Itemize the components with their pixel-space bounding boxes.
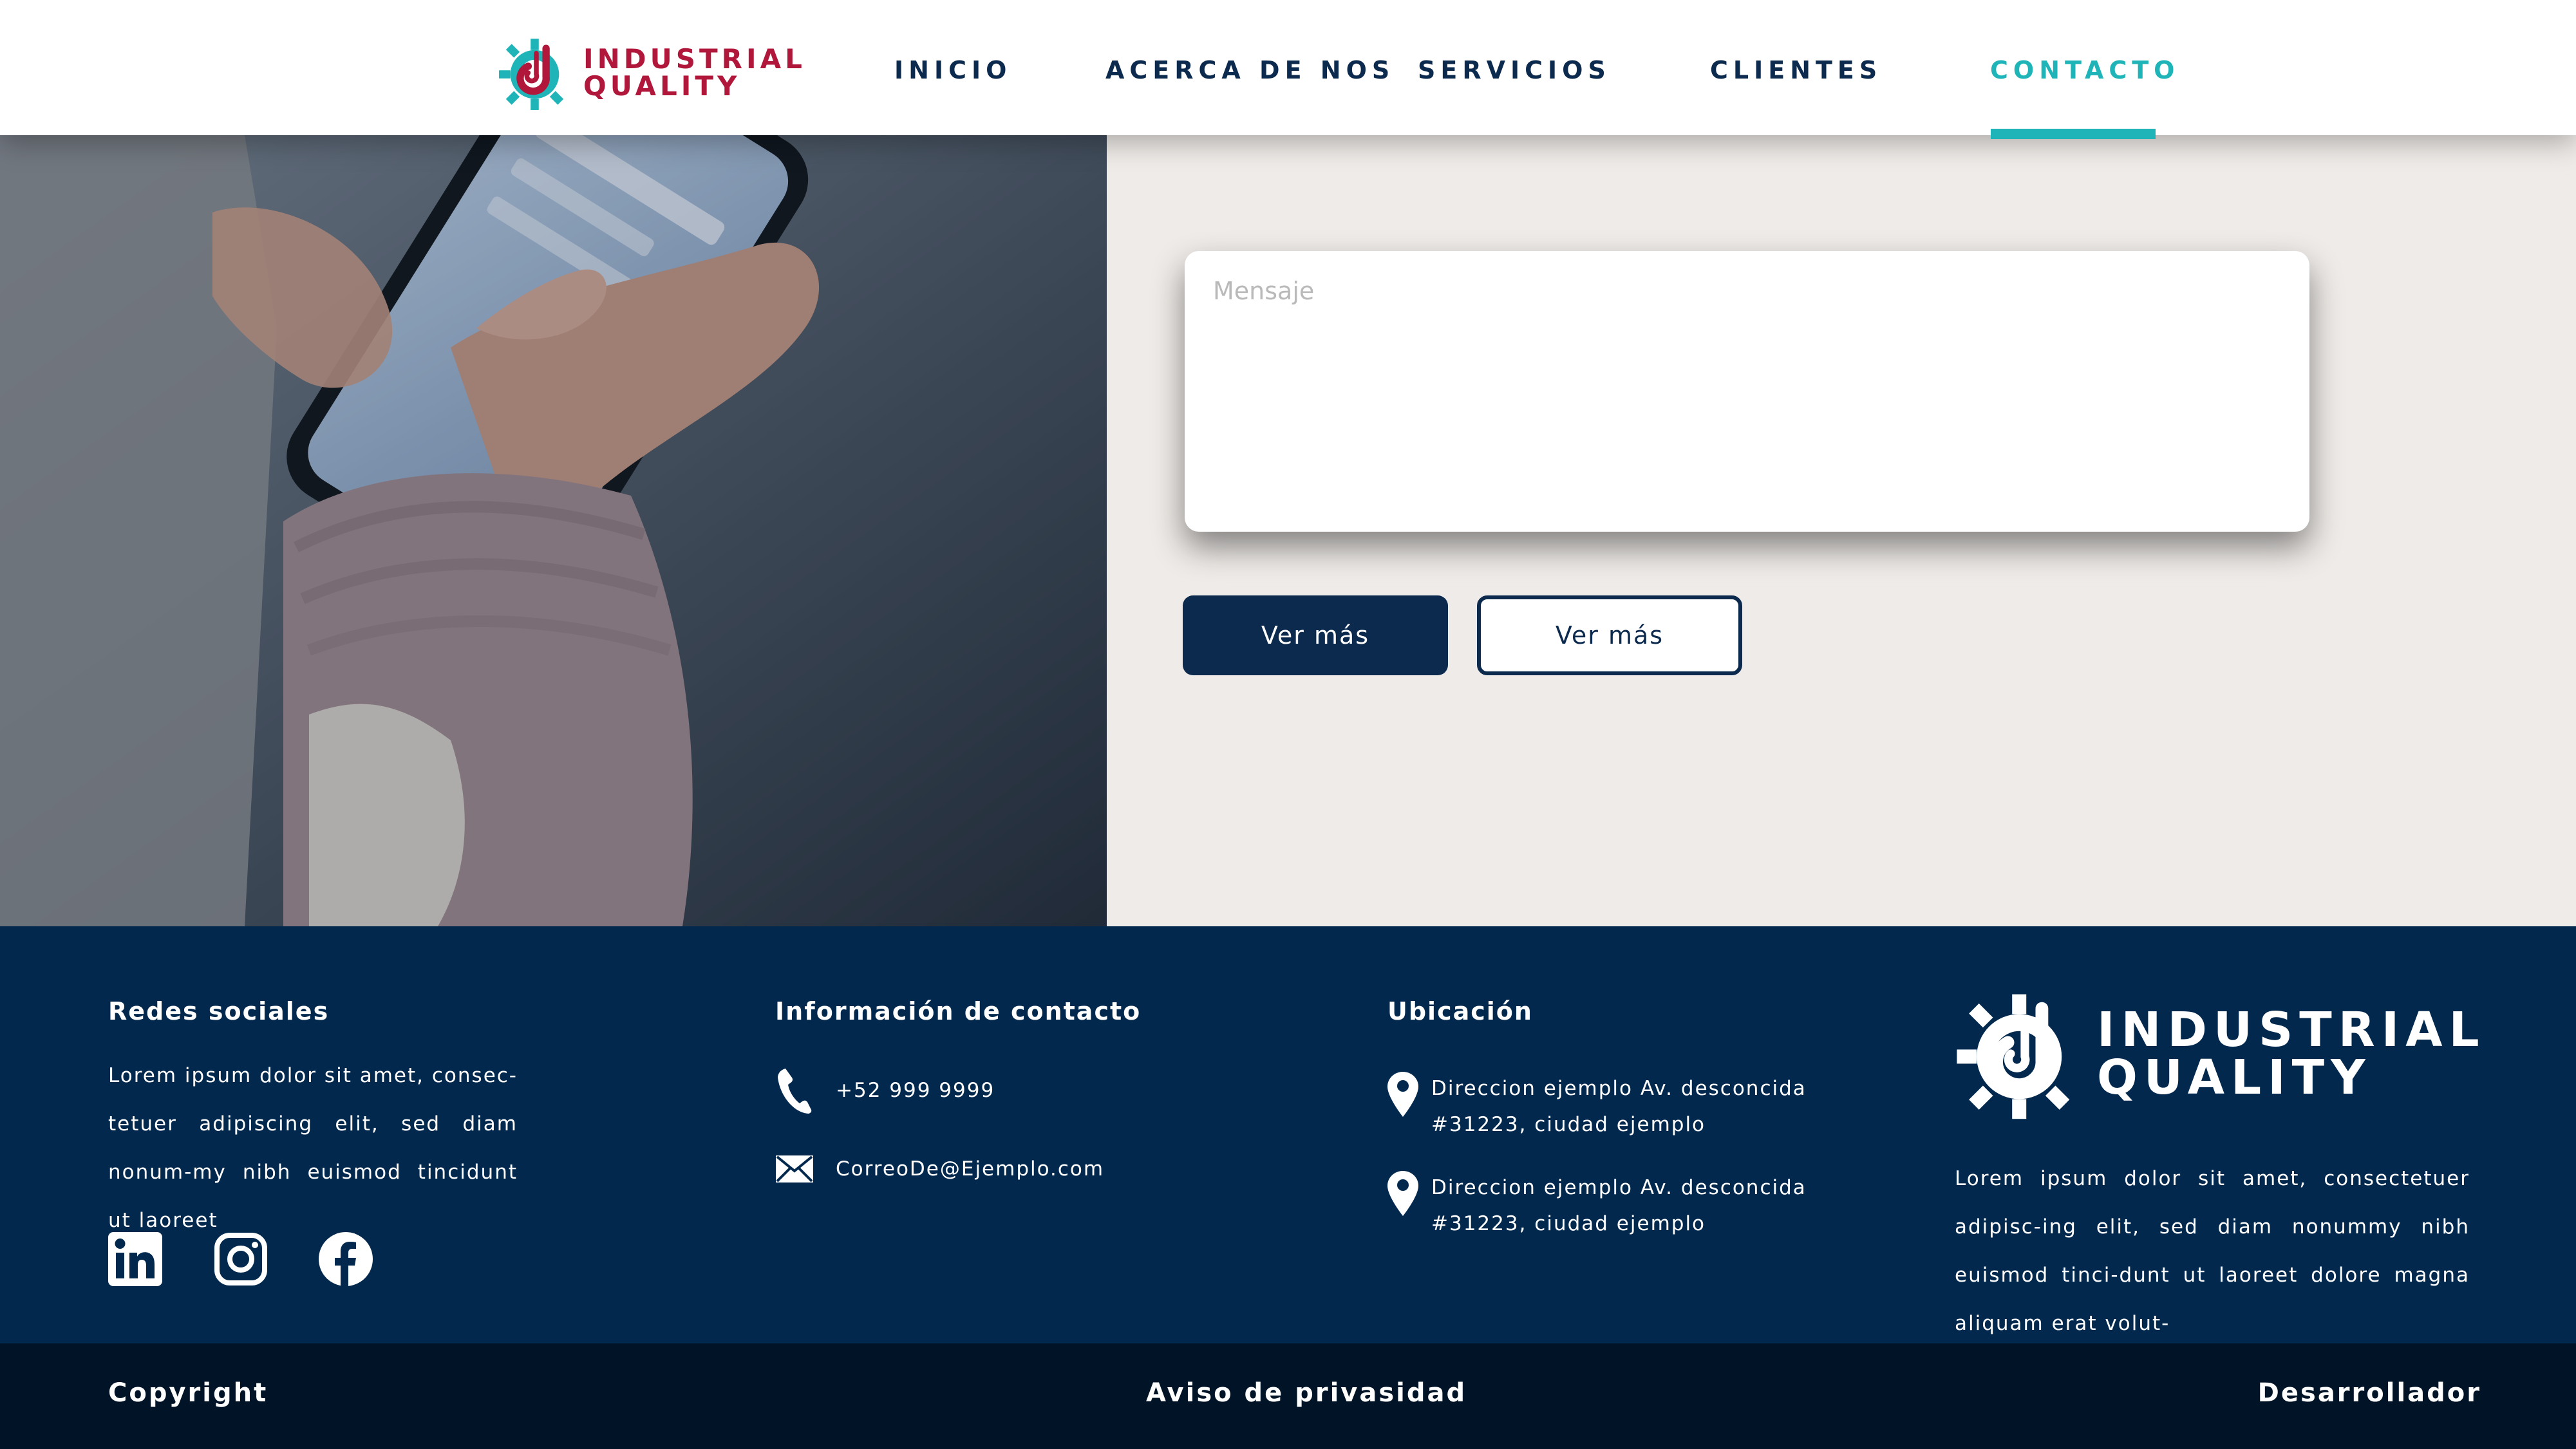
- copyright-link[interactable]: Copyright: [108, 1378, 268, 1408]
- address-2-line-2: #31223, ciudad ejemplo: [1431, 1212, 1706, 1235]
- hero-photo-illustration: [0, 135, 1107, 926]
- location-heading: Ubicación: [1387, 997, 1533, 1025]
- about-description: Lorem ipsum dolor sit amet, consectetuer…: [1955, 1167, 2470, 1335]
- nav-acerca-de-nos[interactable]: ACERCA DE NOS: [1105, 54, 1395, 86]
- footer-brand-line-2: QUALITY: [2097, 1050, 2372, 1105]
- contact-heading: Información de contacto: [775, 997, 1142, 1025]
- contact-section: Ver más Ver más: [0, 135, 2576, 926]
- bottom-bar: Copyright Aviso de privasidad Desarrolla…: [0, 1343, 2576, 1449]
- address-1-line-1: Direccion ejemplo Av. desconcida: [1431, 1077, 1807, 1100]
- site-header: INDUSTRIAL QUALITY INICIO ACERCA DE NOS …: [0, 0, 2576, 135]
- footer-logo[interactable]: INDUSTRIAL QUALITY: [1954, 983, 2486, 1125]
- envelope-icon: [775, 1145, 814, 1193]
- social-description: Lorem ipsum dolor sit amet, consec-tetue…: [108, 1064, 518, 1232]
- map-pin-icon: [1387, 1171, 1418, 1216]
- nav-contacto[interactable]: CONTACTO: [1990, 54, 2180, 86]
- linkedin-icon[interactable]: [108, 1232, 162, 1286]
- nav-clientes[interactable]: CLIENTES: [1710, 54, 1882, 86]
- developer-link[interactable]: Desarrollador: [2258, 1378, 2481, 1408]
- brand-line-1: INDUSTRIAL: [583, 43, 806, 75]
- address-2-line-1: Direccion ejemplo Av. desconcida: [1431, 1176, 1807, 1199]
- privacy-notice-link[interactable]: Aviso de privasidad: [1146, 1378, 1467, 1408]
- gear-logo-icon: [1957, 994, 2070, 1119]
- phone-icon: [775, 1067, 814, 1114]
- hero-photo-phone-in-hands: [0, 135, 1107, 926]
- facebook-icon[interactable]: [319, 1232, 373, 1286]
- email-address[interactable]: CorreoDe@Ejemplo.com: [836, 1157, 1104, 1181]
- instagram-icon[interactable]: [214, 1232, 268, 1286]
- address-1-line-2: #31223, ciudad ejemplo: [1431, 1113, 1706, 1136]
- brand-wordmark: INDUSTRIAL QUALITY: [583, 46, 806, 100]
- social-heading: Redes sociales: [108, 997, 330, 1025]
- brand-line-2: QUALITY: [583, 70, 741, 102]
- brand-logo[interactable]: INDUSTRIAL QUALITY: [496, 31, 806, 115]
- nav-servicios[interactable]: SERVICIOS: [1418, 54, 1611, 86]
- gear-logo-icon: [499, 39, 564, 110]
- map-pin-icon: [1387, 1072, 1418, 1117]
- ver-mas-primary-button[interactable]: Ver más: [1183, 595, 1448, 675]
- ver-mas-secondary-button[interactable]: Ver más: [1477, 595, 1742, 675]
- address-2: Direccion ejemplo Av. desconcida #31223,…: [1387, 1170, 1807, 1242]
- nav-inicio[interactable]: INICIO: [894, 54, 1011, 86]
- footer-wordmark: INDUSTRIAL QUALITY: [2097, 1006, 2486, 1101]
- address-1: Direccion ejemplo Av. desconcida #31223,…: [1387, 1070, 1807, 1143]
- email-row: CorreoDe@Ejemplo.com: [775, 1145, 1104, 1193]
- active-nav-indicator: [1991, 129, 2156, 139]
- footer-brand-line-1: INDUSTRIAL: [2097, 1002, 2486, 1058]
- phone-row: +52 999 9999: [775, 1067, 995, 1114]
- message-textarea[interactable]: [1185, 251, 2309, 532]
- phone-number[interactable]: +52 999 9999: [836, 1079, 995, 1102]
- site-footer: Redes sociales Lorem ipsum dolor sit ame…: [0, 926, 2576, 1343]
